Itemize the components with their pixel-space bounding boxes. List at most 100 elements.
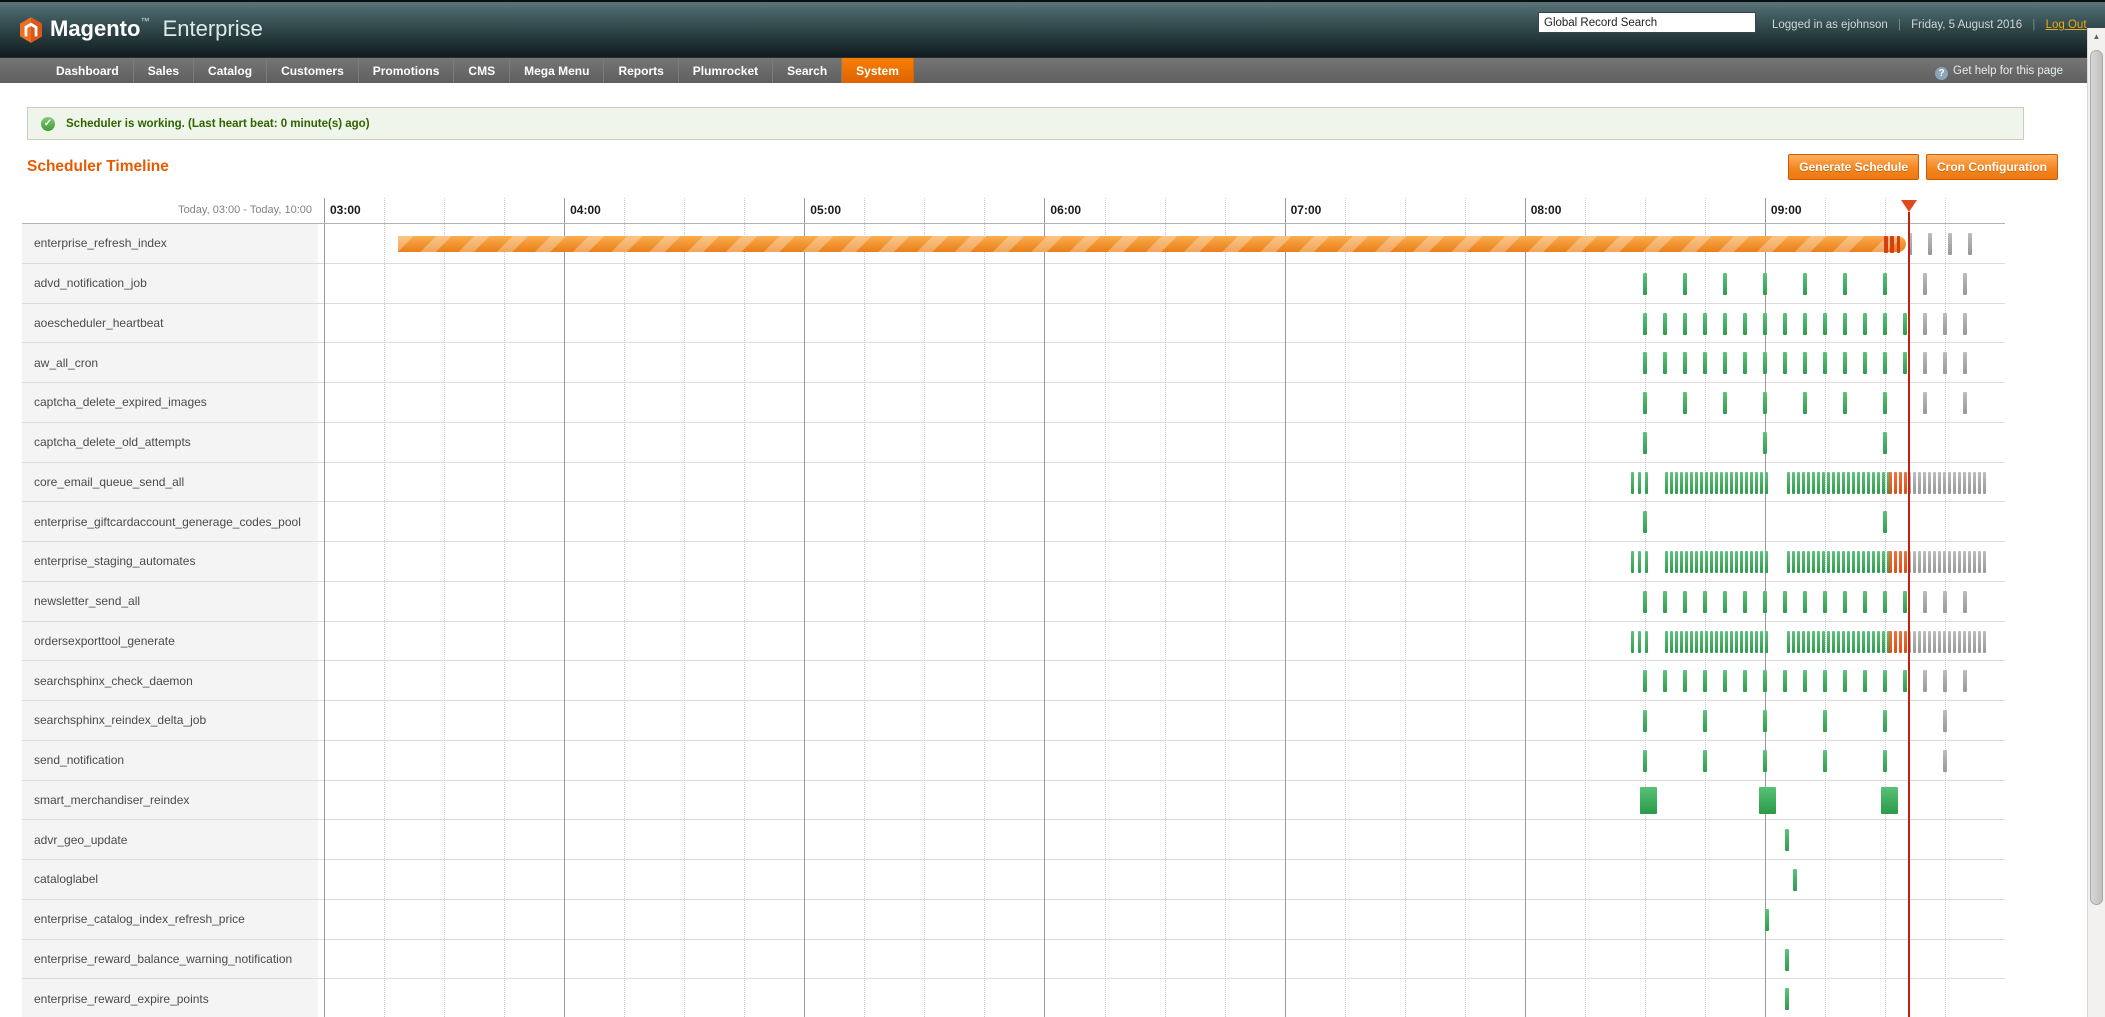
task-tick-success[interactable] bbox=[1705, 551, 1708, 573]
task-tick-success[interactable] bbox=[1730, 551, 1733, 573]
task-tick-success[interactable] bbox=[1872, 631, 1875, 653]
nav-item-system[interactable]: System bbox=[842, 58, 914, 83]
task-tick-success[interactable] bbox=[1765, 631, 1768, 653]
task-tick-success[interactable] bbox=[1842, 472, 1845, 494]
task-tick-success[interactable] bbox=[1683, 313, 1687, 335]
task-tick-pending[interactable] bbox=[1973, 551, 1976, 573]
task-tick-success[interactable] bbox=[1675, 631, 1678, 653]
task-tick-success[interactable] bbox=[1903, 591, 1907, 613]
task-tick-pending[interactable] bbox=[1943, 670, 1947, 692]
task-tick-pending[interactable] bbox=[1958, 551, 1961, 573]
task-tick-success[interactable] bbox=[1638, 472, 1641, 494]
task-tick-success[interactable] bbox=[1803, 392, 1807, 414]
task-tick-running[interactable] bbox=[1894, 551, 1897, 573]
task-tick-success[interactable] bbox=[1843, 273, 1847, 295]
task-tick-success[interactable] bbox=[1680, 631, 1683, 653]
task-tick-success[interactable] bbox=[1703, 313, 1707, 335]
task-tick-success[interactable] bbox=[1703, 710, 1707, 732]
task-block-success[interactable] bbox=[1640, 787, 1657, 814]
task-tick-pending[interactable] bbox=[1923, 631, 1926, 653]
task-tick-success[interactable] bbox=[1710, 631, 1713, 653]
task-tick-success[interactable] bbox=[1793, 869, 1797, 891]
task-tick-success[interactable] bbox=[1872, 551, 1875, 573]
task-tick-success[interactable] bbox=[1760, 472, 1763, 494]
task-tick-success[interactable] bbox=[1685, 472, 1688, 494]
task-tick-pending[interactable] bbox=[1963, 551, 1966, 573]
task-tick-success[interactable] bbox=[1843, 352, 1847, 374]
task-tick-success[interactable] bbox=[1760, 551, 1763, 573]
task-tick-success[interactable] bbox=[1883, 313, 1887, 335]
task-tick-success[interactable] bbox=[1817, 631, 1820, 653]
task-tick-pending[interactable] bbox=[1963, 352, 1967, 374]
task-tick-success[interactable] bbox=[1680, 551, 1683, 573]
task-tick-success[interactable] bbox=[1631, 472, 1634, 494]
task-tick-success[interactable] bbox=[1822, 631, 1825, 653]
task-tick-success[interactable] bbox=[1803, 273, 1807, 295]
task-tick-pending[interactable] bbox=[1943, 313, 1947, 335]
task-tick-success[interactable] bbox=[1847, 551, 1850, 573]
task-tick-success[interactable] bbox=[1843, 670, 1847, 692]
task-tick-success[interactable] bbox=[1643, 273, 1647, 295]
task-tick-success[interactable] bbox=[1720, 551, 1723, 573]
task-tick-pending[interactable] bbox=[1938, 551, 1941, 573]
task-tick-success[interactable] bbox=[1740, 551, 1743, 573]
task-tick-success[interactable] bbox=[1877, 551, 1880, 573]
task-tick-success[interactable] bbox=[1857, 551, 1860, 573]
task-tick-success[interactable] bbox=[1827, 631, 1830, 653]
task-tick-success[interactable] bbox=[1863, 591, 1867, 613]
task-tick-success[interactable] bbox=[1715, 631, 1718, 653]
task-tick-success[interactable] bbox=[1863, 313, 1867, 335]
task-tick-running[interactable] bbox=[1889, 551, 1892, 573]
task-tick-pending[interactable] bbox=[1943, 750, 1947, 772]
task-tick-success[interactable] bbox=[1730, 472, 1733, 494]
task-tick-success[interactable] bbox=[1843, 591, 1847, 613]
task-tick-success[interactable] bbox=[1785, 988, 1789, 1010]
task-tick-success[interactable] bbox=[1877, 631, 1880, 653]
task-tick-success[interactable] bbox=[1675, 551, 1678, 573]
task-tick-success[interactable] bbox=[1663, 591, 1667, 613]
task-tick-success[interactable] bbox=[1695, 551, 1698, 573]
task-tick-success[interactable] bbox=[1807, 551, 1810, 573]
task-tick-success[interactable] bbox=[1843, 392, 1847, 414]
task-tick-success[interactable] bbox=[1792, 551, 1795, 573]
task-tick-success[interactable] bbox=[1857, 472, 1860, 494]
task-tick-success[interactable] bbox=[1683, 352, 1687, 374]
task-tick-success[interactable] bbox=[1720, 631, 1723, 653]
task-tick-success[interactable] bbox=[1765, 472, 1768, 494]
nav-item-search[interactable]: Search bbox=[773, 58, 842, 83]
task-tick-success[interactable] bbox=[1670, 551, 1673, 573]
task-tick-pending[interactable] bbox=[1948, 631, 1951, 653]
task-tick-success[interactable] bbox=[1837, 472, 1840, 494]
task-tick-success[interactable] bbox=[1695, 631, 1698, 653]
task-tick-pending[interactable] bbox=[1948, 472, 1951, 494]
task-tick-success[interactable] bbox=[1760, 631, 1763, 653]
task-tick-running[interactable] bbox=[1894, 472, 1897, 494]
task-tick-success[interactable] bbox=[1803, 352, 1807, 374]
task-tick-pending[interactable] bbox=[1923, 591, 1927, 613]
task-tick-running[interactable] bbox=[1889, 631, 1892, 653]
task-tick-success[interactable] bbox=[1812, 472, 1815, 494]
task-tick-success[interactable] bbox=[1867, 631, 1870, 653]
task-tick-success[interactable] bbox=[1735, 472, 1738, 494]
task-tick-success[interactable] bbox=[1755, 551, 1758, 573]
task-tick-success[interactable] bbox=[1863, 352, 1867, 374]
task-tick-pending[interactable] bbox=[1913, 551, 1916, 573]
task-tick-success[interactable] bbox=[1822, 472, 1825, 494]
task-tick-pending[interactable] bbox=[1978, 631, 1981, 653]
task-tick-success[interactable] bbox=[1883, 392, 1887, 414]
task-block-success[interactable] bbox=[1759, 787, 1776, 814]
task-tick-success[interactable] bbox=[1792, 631, 1795, 653]
task-tick-pending[interactable] bbox=[1943, 591, 1947, 613]
task-tick-pending[interactable] bbox=[1963, 392, 1967, 414]
task-tick-error[interactable] bbox=[1890, 236, 1894, 253]
task-tick-success[interactable] bbox=[1823, 352, 1827, 374]
task-tick-pending[interactable] bbox=[1973, 472, 1976, 494]
task-tick-success[interactable] bbox=[1643, 511, 1647, 533]
task-tick-pending[interactable] bbox=[1928, 551, 1931, 573]
task-tick-success[interactable] bbox=[1745, 472, 1748, 494]
task-tick-success[interactable] bbox=[1695, 472, 1698, 494]
task-tick-success[interactable] bbox=[1725, 472, 1728, 494]
task-tick-success[interactable] bbox=[1745, 631, 1748, 653]
task-tick-running[interactable] bbox=[1899, 631, 1902, 653]
task-tick-success[interactable] bbox=[1852, 551, 1855, 573]
